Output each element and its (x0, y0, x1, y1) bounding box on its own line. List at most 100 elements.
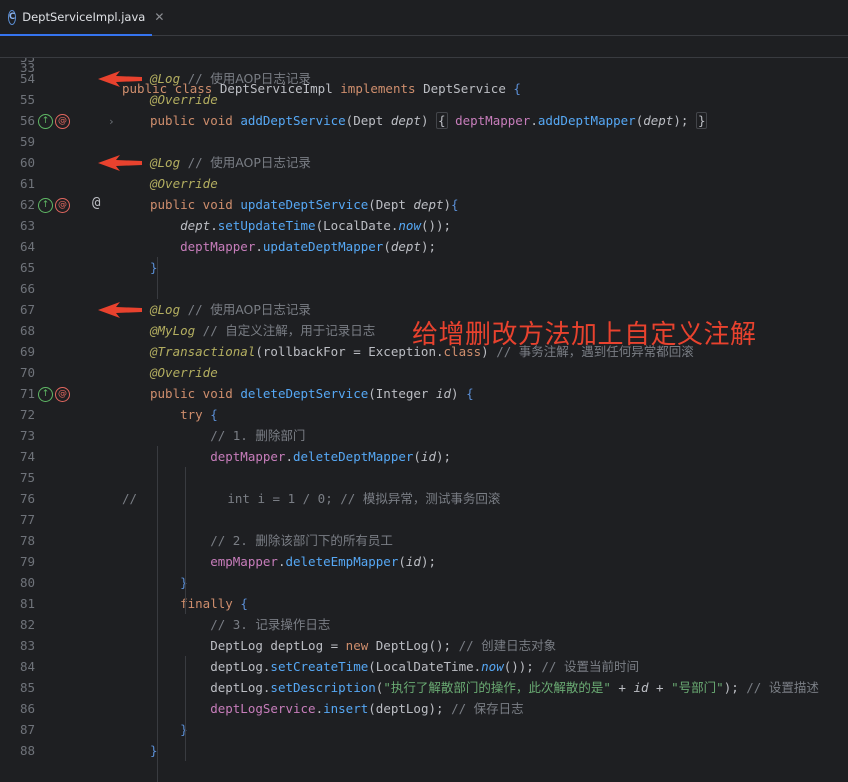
line-number: 59 (19, 134, 35, 149)
code-line[interactable]: 78 // 2. 删除该部门下的所有员工 (0, 530, 848, 551)
code-line[interactable]: 74 deptMapper.deleteDeptMapper(id); (0, 446, 848, 467)
code-token: finally (150, 596, 241, 611)
code-line[interactable]: 85 deptLog.setDescription("执行了解散部门的操作，此次… (0, 677, 848, 698)
code-line[interactable]: 59 (0, 131, 848, 152)
code-line[interactable]: 84 deptLog.setCreateTime(LocalDateTime.n… (0, 656, 848, 677)
line-number: 61 (19, 176, 35, 191)
code-token: (Integer (368, 386, 436, 401)
code-line[interactable]: 71 public void deleteDeptService(Integer … (0, 383, 848, 404)
code-token: (Dept (345, 113, 391, 128)
code-token: } (150, 575, 188, 590)
code-line[interactable]: 72 try { (0, 404, 848, 425)
code-token: ()); (420, 218, 452, 233)
line-number: 85 (19, 680, 35, 695)
implements-icon[interactable]: ↑ (38, 387, 53, 402)
line-number: 80 (19, 575, 35, 590)
code-text: // 2. 删除该部门下的所有员工 (150, 530, 393, 551)
code-line[interactable]: 79 empMapper.deleteEmpMapper(id); (0, 551, 848, 572)
code-token: " (603, 680, 611, 695)
aop-advice-icon[interactable]: @ (55, 387, 70, 402)
gutter-icons-line-56[interactable]: ↑ @ (38, 114, 78, 129)
code-token: . (530, 113, 538, 128)
tab-deptserviceimpl[interactable]: C DeptServiceImpl.java ✕ (0, 0, 164, 36)
gutter-icons-line-71[interactable]: ↑ @ (38, 387, 78, 402)
code-editor[interactable]: 33 public class DeptServiceImpl implemen… (0, 36, 848, 782)
code-line[interactable]: 66 (0, 278, 848, 299)
code-line[interactable]: 61 @Override (0, 173, 848, 194)
code-token: public void (150, 113, 241, 128)
code-text: empMapper.deleteEmpMapper(id); (150, 551, 436, 572)
code-text: @Override (150, 173, 218, 194)
code-token: " (716, 680, 724, 695)
line-number: 81 (19, 596, 35, 611)
code-token: ); (673, 113, 689, 128)
code-token: (LocalDateTime. (368, 659, 482, 674)
code-line[interactable]: 56 public void addDeptService(Dept dept) … (0, 110, 848, 131)
code-token: // 3. (150, 617, 256, 632)
code-token: dept (390, 113, 421, 128)
code-token: @MyLog (150, 323, 196, 338)
code-token: DeptLog deptLog = (150, 638, 346, 653)
line-number: 86 (19, 701, 35, 716)
code-token: // int i = 1 / 0; // (122, 491, 363, 506)
code-token: ( (413, 449, 421, 464)
code-line[interactable]: 64 deptMapper.updateDeptMapper(dept); (0, 236, 848, 257)
editor-tab-bar: C DeptServiceImpl.java ✕ (0, 0, 848, 36)
code-token: 号部门 (678, 680, 717, 695)
code-token: DeptLog(); (375, 638, 459, 653)
close-icon[interactable]: ✕ (154, 10, 164, 24)
code-line[interactable]: 80 } (0, 572, 848, 593)
indent-guide (157, 257, 158, 299)
at-symbol-icon[interactable]: @ (92, 193, 100, 214)
line-number: 64 (19, 239, 35, 254)
line-number: 78 (19, 533, 35, 548)
line-number: 65 (19, 260, 35, 275)
code-line[interactable]: 62 public void updateDeptService(Dept dep… (0, 194, 848, 215)
code-token: . (255, 239, 263, 254)
code-token: deleteDeptMapper (293, 449, 414, 464)
code-token: } (150, 722, 188, 737)
code-token: public void (150, 386, 241, 401)
code-line[interactable]: 77 (0, 509, 848, 530)
code-line[interactable]: 73 // 1. 删除部门 (0, 425, 848, 446)
code-line[interactable]: 82 // 3. 记录操作日志 (0, 614, 848, 635)
code-line[interactable]: 75 (0, 467, 848, 488)
code-token: . (210, 218, 218, 233)
code-token: @Override (150, 365, 218, 380)
indent-guide (185, 467, 186, 614)
sticky-header-line[interactable]: 33 public class DeptServiceImpl implemen… (0, 36, 848, 96)
code-token: // (541, 659, 564, 674)
line-number: 62 (19, 197, 35, 212)
code-token: { (451, 197, 459, 212)
code-line[interactable]: 81 finally { (0, 593, 848, 614)
gutter-icons-line-62[interactable]: ↑ @ (38, 198, 78, 213)
code-text: public void addDeptService(Dept dept) { … (150, 110, 708, 131)
code-token: // (180, 302, 211, 317)
code-text: public void deleteDeptService(Integer id… (150, 383, 474, 404)
code-line[interactable]: 63 dept.setUpdateTime(LocalDate.now()); (0, 215, 848, 236)
aop-advice-icon[interactable]: @ (55, 198, 70, 213)
code-line[interactable]: 76 // int i = 1 / 0; // 模拟异常，测试事务回滚 (0, 488, 848, 509)
code-token: deptLogService (150, 701, 316, 716)
code-line[interactable]: 70 @Override (0, 362, 848, 383)
code-line[interactable]: 65} (0, 257, 848, 278)
implements-icon[interactable]: ↑ (38, 114, 53, 129)
code-token: ) (443, 197, 452, 212)
code-line[interactable]: 88} (0, 740, 848, 761)
code-line[interactable]: 86 deptLogService.insert(deptLog); // 保存… (0, 698, 848, 719)
code-token: } (695, 112, 708, 129)
code-line[interactable]: 83 DeptLog deptLog = new DeptLog(); // 创… (0, 635, 848, 656)
red-arrow-icon (98, 155, 142, 171)
fold-expand-icon[interactable]: › (108, 114, 115, 129)
line-number: 68 (19, 323, 35, 338)
aop-advice-icon[interactable]: @ (55, 114, 70, 129)
code-line[interactable]: 87 } (0, 719, 848, 740)
code-token: empMapper (150, 554, 278, 569)
code-token: 使用AOP日志记录 (210, 155, 311, 170)
code-token: @Log (150, 302, 181, 317)
code-token: new (345, 638, 376, 653)
code-token: // (746, 680, 769, 695)
sticky-class-declaration: public class DeptServiceImpl implements … (122, 81, 521, 96)
implements-icon[interactable]: ↑ (38, 198, 53, 213)
